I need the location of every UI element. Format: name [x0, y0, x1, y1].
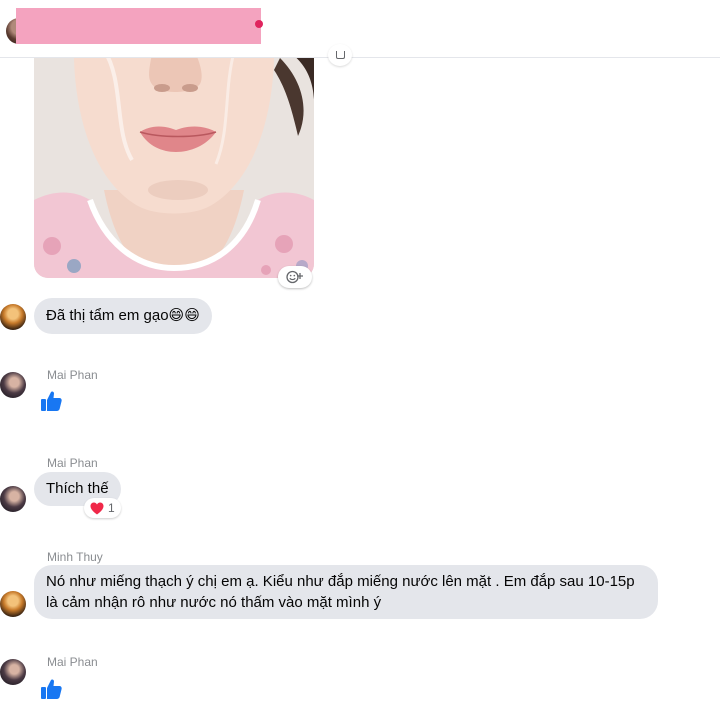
thumbs-up-icon[interactable] [39, 389, 63, 413]
avatar[interactable] [0, 304, 26, 330]
thumbs-up-icon[interactable] [39, 677, 63, 701]
sender-name: Mai Phan [47, 368, 98, 382]
message-bubble[interactable]: Đã thị tẩm em gạo😄😄 [34, 298, 212, 334]
smiley-add-icon [286, 270, 303, 284]
shared-photo[interactable] [34, 40, 314, 278]
chat-header [0, 0, 720, 58]
sender-name: Mai Phan [47, 456, 98, 470]
status-dot [255, 20, 263, 28]
message-bubble[interactable]: Nó như miếng thạch ý chị em ạ. Kiểu như … [34, 565, 658, 619]
heart-icon [90, 502, 104, 514]
share-icon [335, 51, 345, 59]
avatar[interactable] [0, 372, 26, 398]
avatar[interactable] [0, 591, 26, 617]
reaction-badge[interactable]: 1 [84, 498, 121, 518]
add-reaction-button[interactable] [278, 266, 312, 288]
share-button[interactable] [328, 44, 352, 66]
reaction-count: 1 [108, 501, 115, 515]
avatar[interactable] [0, 486, 26, 512]
face-photo-image [34, 40, 314, 278]
sender-name: Mai Phan [47, 655, 98, 669]
redacted-name-overlay [16, 8, 261, 44]
sender-name: Minh Thuy [47, 550, 103, 564]
avatar[interactable] [0, 659, 26, 685]
